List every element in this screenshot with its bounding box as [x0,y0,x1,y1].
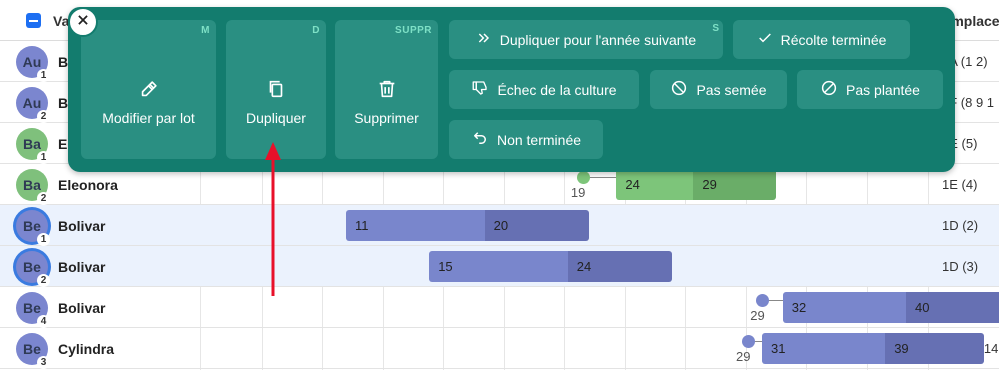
not-done-button[interactable]: Non terminée [449,120,603,159]
bulk-edit-button[interactable]: M Modifier par lot [81,20,216,159]
crop-bar[interactable]: 15 24 [429,251,673,282]
crop-failure-label: Échec de la culture [497,81,617,98]
shortcut-hint: S [712,23,719,34]
harvest-done-label: Récolte terminée [780,31,887,48]
duplicate-next-year-button[interactable]: Dupliquer pour l'année suivante S [449,20,723,59]
sowing-week-label: 19 [570,185,586,200]
location-cell: 1E (4) [942,177,978,192]
avatar[interactable]: Be 3 [16,333,50,369]
not-sown-button[interactable]: Pas semée [650,70,787,109]
not-done-label: Non terminée [496,131,582,148]
delete-label: Supprimer [354,110,419,126]
sowing-marker[interactable] [576,171,590,184]
trash-icon [335,78,438,105]
bar-end-label: 20 [484,210,590,241]
avatar[interactable]: Ba 2 [16,169,50,205]
thumbs-down-icon [471,79,489,100]
bar-start-label: 31 [762,333,886,364]
bar-end-label: 24 [567,251,673,282]
select-all-checkbox[interactable] [26,13,41,28]
bar-end-label: 29 [693,169,777,200]
not-sown-label: Pas semée [696,81,767,98]
avatar-initials: Be [23,300,41,316]
sowing-marker[interactable] [742,335,755,348]
bulk-edit-label: Modifier par lot [102,110,195,126]
avatar[interactable]: Au 1 [16,46,50,82]
close-button[interactable] [68,7,98,37]
annotation-arrow [265,142,281,296]
avatar[interactable]: Be 4 [16,292,50,328]
double-chevron-right-icon [476,30,492,49]
avatar-number-badge: 2 [37,110,50,123]
avatar-number-badge: 1 [37,233,50,246]
crop-bar[interactable]: 24 29 [616,169,777,200]
bar-start-label: 15 [429,251,568,282]
harvest-done-button[interactable]: Récolte terminée [733,20,910,59]
avatar-number-badge: 4 [37,315,50,328]
ban-icon [820,79,838,100]
variety-name: Cylindra [58,341,115,357]
avatar[interactable]: Au 2 [16,87,50,123]
variety-name: Bolivar [58,218,106,234]
avatar-initials: Be [23,218,41,234]
close-icon [76,13,90,32]
shortcut-hint: D [312,25,320,36]
variety-column-header[interactable]: Va [53,13,69,29]
variety-name: Eleonora [58,177,118,193]
check-icon [757,30,773,49]
variety-name: B [58,54,69,70]
bulk-action-panel: M Modifier par lot D Dupliquer SUPPR Sup… [68,7,955,172]
duplicate-button[interactable]: D Dupliquer [226,20,326,159]
bar-start-label: 11 [346,210,485,241]
location-cell: 1D (2) [942,218,979,233]
duplicate-next-year-label: Dupliquer pour l'année suivante [499,31,697,48]
undo-icon [471,129,489,150]
not-planted-label: Pas plantée [846,81,920,98]
avatar-number-badge: 1 [37,69,50,82]
sowing-week-label: 29 [736,349,751,364]
shortcut-hint: M [201,25,210,36]
bar-start-label: 24 [616,169,694,200]
variety-name: B [58,95,69,111]
avatar-initials: Be [23,341,41,357]
avatar-number-badge: 2 [37,274,50,287]
avatar[interactable]: Be 1 [16,210,50,246]
crop-failure-button[interactable]: Échec de la culture [449,70,639,109]
avatar-initials: Au [22,54,42,70]
variety-name: Bolivar [58,259,106,275]
avatar-initials: Ba [23,136,41,152]
avatar-initials: Au [22,95,42,111]
not-planted-button[interactable]: Pas plantée [797,70,943,109]
shortcut-hint: SUPPR [395,25,432,36]
avatar[interactable]: Be 2 [16,251,50,287]
pencil-icon [81,78,216,105]
location-cell: 1D (3) [942,259,979,274]
variety-name: Bolivar [58,300,106,316]
avatar[interactable]: Ba 1 [16,128,50,164]
avatar-initials: Be [23,259,41,275]
avatar-number-badge: 2 [37,192,50,205]
copy-icon [226,78,326,105]
bar-start-label: 32 [782,292,906,323]
bar-end-label: 40 [905,292,999,323]
bar-end-label: 39 [885,333,985,364]
crop-bar[interactable]: 11 20 [346,210,590,241]
avatar-number-badge: 3 [37,356,50,369]
crop-bar[interactable]: 32 40 [782,292,999,323]
crop-bar[interactable]: 31 39 [762,333,985,364]
avatar-number-badge: 1 [37,151,50,164]
delete-button[interactable]: SUPPR Supprimer [335,20,438,159]
avatar-initials: Ba [23,177,41,193]
sowing-week-label: 29 [750,308,765,323]
ban-icon [670,79,688,100]
duplicate-label: Dupliquer [246,110,306,126]
